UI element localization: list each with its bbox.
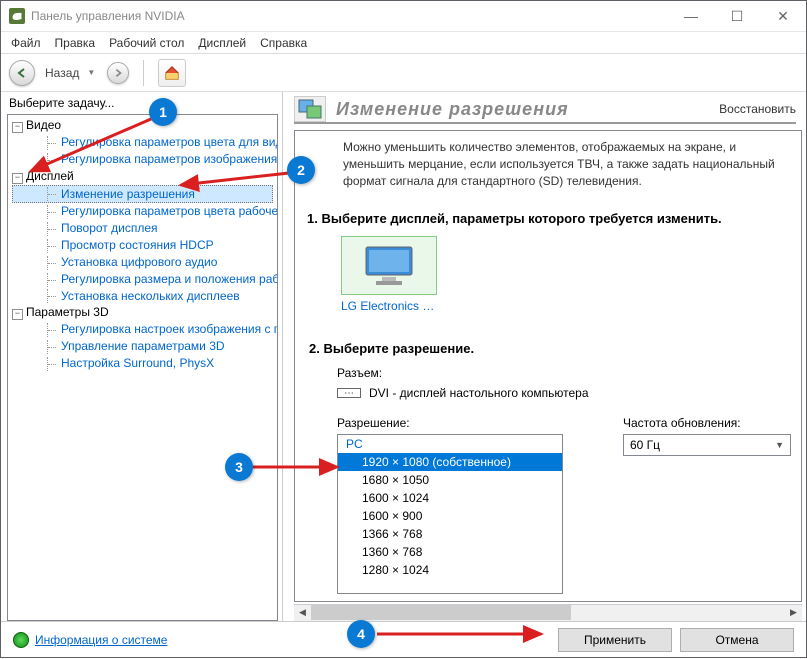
tree-item[interactable]: Поворот дисплея (12, 220, 273, 237)
task-tree[interactable]: −Видео Регулировка параметров цвета для … (7, 114, 278, 621)
tree-category-video[interactable]: Видео (26, 118, 61, 132)
page-description: Можно уменьшить количество элементов, от… (305, 139, 791, 199)
resolution-option[interactable]: 1366 × 768 (338, 525, 562, 543)
refresh-rate-combobox[interactable]: 60 Гц ▼ (623, 434, 791, 456)
monitor-name: LG Electronics … (341, 299, 791, 313)
annotation-badge-1: 1 (149, 98, 177, 126)
collapse-icon[interactable]: − (12, 173, 23, 184)
tree-item[interactable]: Управление параметрами 3D (12, 338, 273, 355)
cancel-button[interactable]: Отмена (680, 628, 794, 652)
tree-item[interactable]: Регулировка параметров цвета рабочего ст… (12, 203, 273, 220)
connector-label: Разъем: (337, 366, 791, 380)
collapse-icon[interactable]: − (12, 309, 23, 320)
menu-file[interactable]: Файл (11, 36, 41, 50)
window-title: Панель управления NVIDIA (31, 9, 185, 23)
page-title: Изменение разрешения (336, 99, 569, 120)
connector-value: DVI - дисплей настольного компьютера (369, 386, 589, 400)
main-body: Можно уменьшить количество элементов, от… (294, 130, 802, 602)
header-icon (294, 96, 326, 122)
nvidia-icon (9, 8, 25, 24)
resolution-option[interactable]: 1280 × 1024 (338, 561, 562, 579)
tree-item[interactable]: Регулировка размера и положения рабочего… (12, 271, 273, 288)
tree-item[interactable]: Установка цифрового аудио (12, 254, 273, 271)
annotation-badge-3: 3 (225, 453, 253, 481)
apply-button[interactable]: Применить (558, 628, 672, 652)
scroll-right-icon[interactable]: ▶ (785, 605, 802, 620)
resolution-option[interactable]: 1600 × 1024 (338, 489, 562, 507)
back-button[interactable] (9, 60, 35, 86)
tree-category-3d[interactable]: Параметры 3D (26, 305, 109, 319)
menubar: Файл Правка Рабочий стол Дисплей Справка (1, 32, 806, 54)
tree-item[interactable]: Установка нескольких дисплеев (12, 288, 273, 305)
sidebar-header: Выберите задачу... (1, 92, 282, 114)
main-panel: Изменение разрешения Восстановить Можно … (283, 92, 806, 621)
main-header: Изменение разрешения Восстановить (294, 96, 796, 124)
horizontal-scrollbar[interactable]: ◀ ▶ (294, 604, 802, 621)
tree-item[interactable]: Регулировка параметров цвета для видео (12, 134, 273, 151)
resolution-option[interactable]: 1920 × 1080 (собственное) (338, 453, 562, 471)
step1-title: 1. Выберите дисплей, параметры которого … (307, 211, 791, 226)
dvi-port-icon (337, 388, 361, 398)
resolution-group-pc: PC (338, 435, 562, 453)
resolution-option[interactable]: 1360 × 768 (338, 543, 562, 561)
maximize-button[interactable]: ☐ (714, 1, 760, 31)
tree-item[interactable]: Регулировка параметров изображения для в… (12, 151, 273, 168)
refresh-rate-value: 60 Гц (630, 438, 660, 452)
minimize-button[interactable]: — (668, 1, 714, 31)
sidebar: Выберите задачу... −Видео Регулировка па… (1, 92, 283, 621)
annotation-badge-4: 4 (347, 620, 375, 648)
tree-item[interactable]: Настройка Surround, PhysX (12, 355, 273, 372)
collapse-icon[interactable]: − (12, 122, 23, 133)
menu-display[interactable]: Дисплей (198, 36, 246, 50)
back-history-caret[interactable]: ▼ (87, 68, 95, 77)
system-info-link[interactable]: Информация о системе (35, 633, 167, 647)
scroll-left-icon[interactable]: ◀ (294, 605, 311, 620)
forward-button[interactable] (107, 62, 129, 84)
resolution-label: Разрешение: (337, 416, 563, 430)
home-button[interactable] (158, 59, 186, 87)
tree-item-change-resolution[interactable]: Изменение разрешения (12, 185, 273, 204)
tree-item[interactable]: Регулировка настроек изображения с просм… (12, 321, 273, 338)
system-info-icon (13, 632, 29, 648)
menu-desktop[interactable]: Рабочий стол (109, 36, 184, 50)
tree-category-display[interactable]: Дисплей (26, 169, 74, 183)
step2-title: 2. Выберите разрешение. (309, 341, 791, 356)
toolbar-separator (143, 60, 144, 86)
resolution-listbox[interactable]: PC 1920 × 1080 (собственное) 1680 × 1050… (337, 434, 563, 594)
resolution-option[interactable]: 1600 × 900 (338, 507, 562, 525)
annotation-badge-2: 2 (287, 156, 315, 184)
titlebar: Панель управления NVIDIA — ☐ ✕ (1, 1, 806, 32)
back-label: Назад (45, 66, 79, 80)
menu-edit[interactable]: Правка (55, 36, 96, 50)
close-button[interactable]: ✕ (760, 1, 806, 31)
resolution-option[interactable]: 1680 × 1050 (338, 471, 562, 489)
refresh-rate-label: Частота обновления: (623, 416, 791, 430)
restore-defaults-link[interactable]: Восстановить (719, 102, 796, 116)
footer: Информация о системе Применить Отмена (1, 621, 806, 657)
chevron-down-icon: ▼ (775, 440, 784, 450)
menu-help[interactable]: Справка (260, 36, 307, 50)
scroll-thumb[interactable] (311, 605, 571, 620)
tree-item[interactable]: Просмотр состояния HDCP (12, 237, 273, 254)
monitor-thumbnail[interactable] (341, 236, 437, 295)
toolbar: Назад ▼ (1, 54, 806, 92)
